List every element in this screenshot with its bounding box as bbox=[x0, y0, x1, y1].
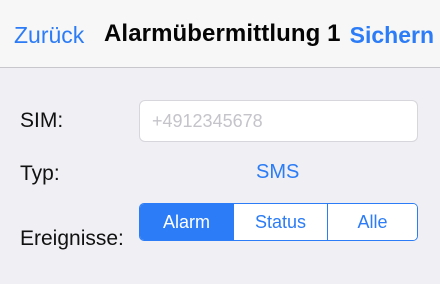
event-segment-status[interactable]: Status bbox=[233, 204, 327, 240]
alarm-transmission-screen: Zurück Alarmübermittlung 1 Sichern SIM: … bbox=[0, 0, 440, 284]
sim-label: SIM: bbox=[20, 109, 64, 132]
type-value-sms[interactable]: SMS bbox=[256, 160, 299, 184]
back-button[interactable]: Zurück bbox=[14, 20, 84, 50]
events-label: Ereignisse: bbox=[20, 227, 124, 250]
save-button[interactable]: Sichern bbox=[350, 20, 434, 50]
events-segmented-control: Alarm Status Alle bbox=[139, 203, 418, 241]
event-segment-alarm[interactable]: Alarm bbox=[140, 204, 233, 240]
sim-input[interactable] bbox=[139, 100, 418, 142]
event-segment-all[interactable]: Alle bbox=[327, 204, 417, 240]
page-title: Alarmübermittlung 1 bbox=[104, 20, 341, 47]
type-label: Typ: bbox=[20, 162, 60, 185]
navigation-bar: Zurück Alarmübermittlung 1 Sichern bbox=[0, 0, 440, 68]
